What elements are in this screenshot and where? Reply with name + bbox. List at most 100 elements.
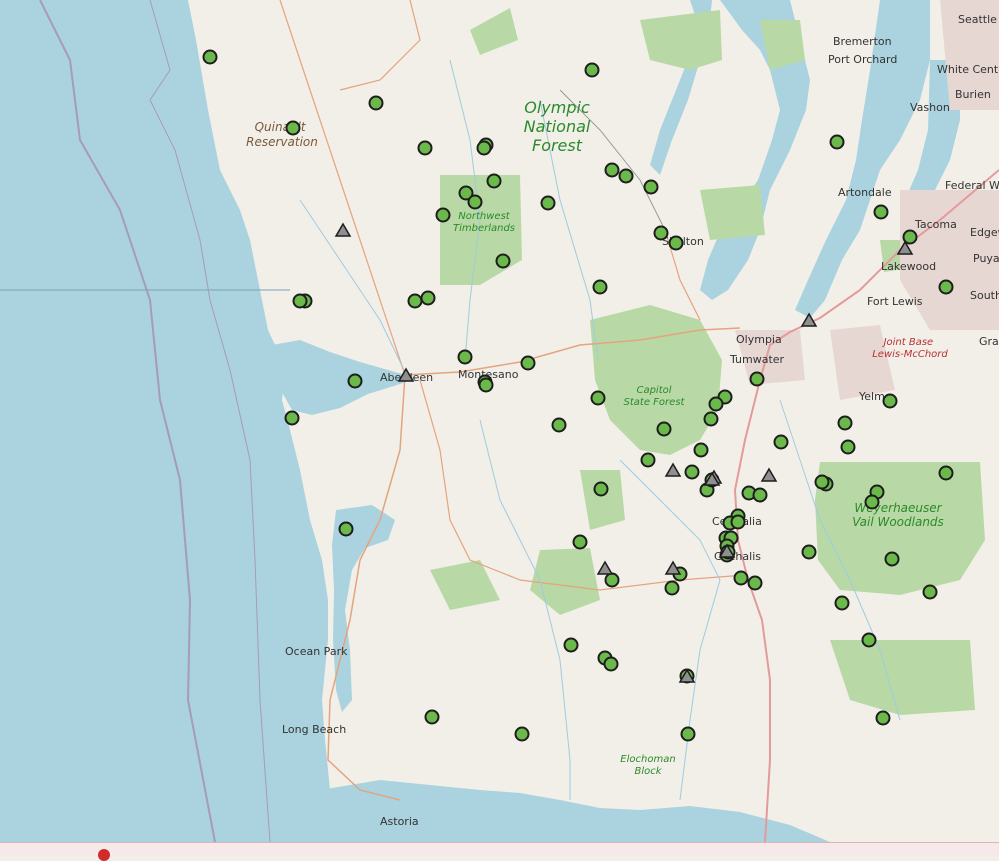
green-circle-marker[interactable] (368, 95, 384, 111)
green-circle-marker[interactable] (882, 393, 898, 409)
green-circle-marker[interactable] (837, 415, 853, 431)
green-circle-marker[interactable] (875, 710, 891, 726)
green-circle-marker[interactable] (703, 411, 719, 427)
green-circle-marker[interactable] (407, 293, 423, 309)
green-circle-marker[interactable] (202, 49, 218, 65)
green-circle-marker[interactable] (730, 514, 746, 530)
city-label-long-beach: Long Beach (282, 723, 346, 736)
green-circle-marker[interactable] (938, 279, 954, 295)
city-label-fort-lewis: Fort Lewis (867, 295, 923, 308)
green-circle-marker[interactable] (603, 656, 619, 672)
green-circle-marker[interactable] (292, 293, 308, 309)
green-circle-marker[interactable] (708, 396, 724, 412)
green-circle-marker[interactable] (773, 434, 789, 450)
military-base-label: Joint Base Lewis-McChord (872, 337, 948, 360)
green-circle-marker[interactable] (653, 225, 669, 241)
green-circle-marker[interactable] (664, 580, 680, 596)
green-circle-marker[interactable] (457, 349, 473, 365)
rivers (299, 59, 901, 801)
gray-triangle-marker[interactable] (334, 222, 352, 237)
city-label-ocean-park: Ocean Park (285, 645, 348, 658)
green-circle-marker[interactable] (752, 487, 768, 503)
green-circle-marker[interactable] (284, 410, 300, 426)
city-label-burien: Burien (955, 88, 991, 101)
green-circle-marker[interactable] (420, 290, 436, 306)
green-circle-marker[interactable] (814, 474, 830, 490)
green-circle-marker[interactable] (733, 570, 749, 586)
green-circle-marker[interactable] (520, 355, 536, 371)
green-circle-marker[interactable] (424, 709, 440, 725)
city-label-puyallup: Puyal (973, 252, 999, 265)
forest-label-olympic-nf: Olympic National Forest (524, 98, 591, 155)
green-circle-marker[interactable] (884, 551, 900, 567)
green-circle-marker[interactable] (478, 377, 494, 393)
gray-triangle-marker[interactable] (760, 467, 778, 482)
city-label-graham: Gral (979, 335, 999, 348)
city-label-white-center: White Center (937, 63, 999, 76)
red-dot-icon (98, 849, 110, 861)
green-circle-marker[interactable] (476, 140, 492, 156)
green-circle-marker[interactable] (618, 168, 634, 184)
green-circle-marker[interactable] (749, 371, 765, 387)
green-circle-marker[interactable] (467, 194, 483, 210)
city-label-seattle: Seattle (958, 13, 997, 26)
green-circle-marker[interactable] (873, 204, 889, 220)
green-circle-marker[interactable] (551, 417, 567, 433)
map-canvas[interactable]: Seattle Bremerton Port Orchard White Center… (0, 0, 999, 843)
city-label-vashon: Vashon (910, 101, 950, 114)
green-circle-marker[interactable] (680, 726, 696, 742)
green-circle-marker[interactable] (338, 521, 354, 537)
reservation-label: Quinault Reservation (246, 120, 318, 149)
green-circle-marker[interactable] (592, 279, 608, 295)
green-circle-marker[interactable] (417, 140, 433, 156)
city-label-tumwater: Tumwater (729, 353, 785, 366)
green-circle-marker[interactable] (668, 235, 684, 251)
green-circle-marker[interactable] (834, 595, 850, 611)
green-circle-marker[interactable] (938, 465, 954, 481)
green-circle-marker[interactable] (584, 62, 600, 78)
green-circle-marker[interactable] (640, 452, 656, 468)
green-circle-marker[interactable] (572, 534, 588, 550)
green-circle-marker[interactable] (693, 442, 709, 458)
city-label-olympia: Olympia (736, 333, 782, 346)
green-circle-marker[interactable] (486, 173, 502, 189)
city-label-edgewood: Edgew (970, 226, 999, 239)
green-circle-marker[interactable] (829, 134, 845, 150)
city-label-bremerton: Bremerton (833, 35, 892, 48)
bottom-bar (0, 842, 999, 861)
green-circle-marker[interactable] (801, 544, 817, 560)
city-label-tacoma: Tacoma (914, 218, 957, 231)
city-label-federal-way: Federal Wa (945, 179, 999, 192)
green-circle-marker[interactable] (435, 207, 451, 223)
green-circle-marker[interactable] (604, 162, 620, 178)
green-circle-marker[interactable] (604, 572, 620, 588)
green-circle-marker[interactable] (861, 632, 877, 648)
green-circle-marker[interactable] (563, 637, 579, 653)
city-label-astoria: Astoria (380, 815, 419, 828)
city-label-yelm: Yelm (858, 390, 885, 403)
green-circle-marker[interactable] (593, 481, 609, 497)
green-circle-marker[interactable] (347, 373, 363, 389)
forest-label-northwest-timberlands: Northwest Timberlands (453, 211, 515, 234)
forest-label-elochoman: Elochoman Block (620, 754, 675, 777)
green-circle-marker[interactable] (285, 120, 301, 136)
city-label-lakewood: Lakewood (881, 260, 936, 273)
gray-triangle-marker[interactable] (596, 560, 614, 575)
willapa-bay (332, 505, 395, 712)
city-label-port-orchard: Port Orchard (828, 53, 897, 66)
green-circle-marker[interactable] (684, 464, 700, 480)
city-label-south-hill: South (970, 289, 999, 302)
gray-triangle-marker[interactable] (664, 462, 682, 477)
city-label-artondale: Artondale (838, 186, 892, 199)
green-circle-marker[interactable] (840, 439, 856, 455)
green-circle-marker[interactable] (514, 726, 530, 742)
green-circle-marker[interactable] (656, 421, 672, 437)
green-circle-marker[interactable] (643, 179, 659, 195)
green-circle-marker[interactable] (747, 575, 763, 591)
green-circle-marker[interactable] (864, 494, 880, 510)
green-circle-marker[interactable] (590, 390, 606, 406)
green-circle-marker[interactable] (540, 195, 556, 211)
green-circle-marker[interactable] (922, 584, 938, 600)
columbia-river (320, 780, 830, 842)
green-circle-marker[interactable] (495, 253, 511, 269)
